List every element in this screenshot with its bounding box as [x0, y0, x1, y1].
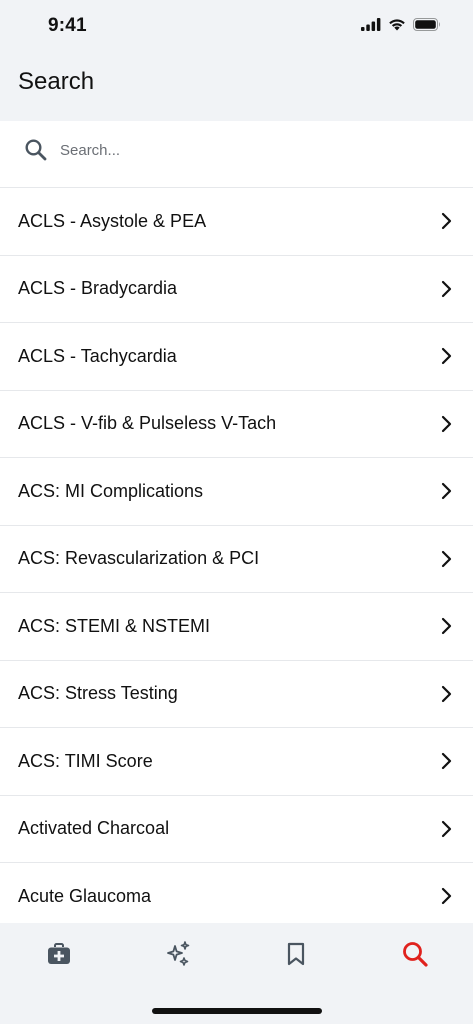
topic-list: ACLS - Asystole & PEA ACLS - Bradycardia…: [0, 188, 473, 923]
cellular-signal-icon: [361, 18, 381, 31]
chevron-right-icon: [441, 213, 452, 230]
chevron-right-icon: [441, 618, 452, 635]
status-bar: 9:41: [0, 0, 473, 56]
tab-ai[interactable]: [148, 937, 208, 971]
chevron-right-icon: [441, 415, 452, 432]
content-list-panel: ACLS - Asystole & PEA ACLS - Bradycardia…: [0, 121, 473, 923]
chevron-right-icon: [441, 888, 452, 905]
list-item[interactable]: Acute Glaucoma: [0, 863, 473, 923]
search-input[interactable]: [60, 135, 450, 165]
home-indicator: [152, 1008, 322, 1014]
chevron-right-icon: [441, 820, 452, 837]
list-item-label: ACLS - Tachycardia: [18, 345, 177, 366]
list-item-label: Acute Glaucoma: [18, 885, 152, 906]
chevron-right-icon: [441, 685, 452, 702]
status-time: 9:41: [48, 15, 87, 36]
list-item-label: ACS: Stress Testing: [18, 683, 178, 704]
list-item[interactable]: ACS: Stress Testing: [0, 661, 473, 728]
list-item[interactable]: ACS: TIMI Score: [0, 728, 473, 796]
list-item[interactable]: ACLS - Tachycardia: [0, 323, 473, 391]
list-item[interactable]: ACS: Revascularization & PCI: [0, 526, 473, 593]
list-item[interactable]: Activated Charcoal: [0, 796, 473, 863]
tab-bookmarks[interactable]: [266, 937, 326, 971]
list-item[interactable]: ACLS - Asystole & PEA: [0, 188, 473, 256]
medical-kit-icon: [48, 943, 70, 964]
sparkles-icon: [167, 941, 190, 966]
search-bar: [0, 121, 473, 188]
list-item[interactable]: ACS: STEMI & NSTEMI: [0, 593, 473, 661]
search-icon: [24, 138, 48, 162]
bookmark-icon: [287, 942, 305, 966]
wifi-icon: [389, 19, 405, 31]
tab-toolkit[interactable]: [29, 937, 89, 971]
battery-icon: [413, 18, 440, 31]
status-icons: [361, 18, 441, 31]
list-item[interactable]: ACLS - V-fib & Pulseless V-Tach: [0, 391, 473, 458]
nav-header: Search: [0, 56, 473, 114]
page-title: Search: [18, 68, 95, 95]
chevron-right-icon: [441, 280, 452, 297]
app-screen: 9:41 Search Search... ACLS - Asystole & …: [0, 0, 473, 1024]
list-item-label: ACLS - V-fib & Pulseless V-Tach: [18, 413, 277, 434]
search-icon: [403, 942, 428, 967]
list-item-label: ACLS - Bradycardia: [18, 278, 178, 299]
tab-search[interactable]: [385, 937, 445, 971]
list-item-label: ACS: Revascularization & PCI: [18, 548, 260, 569]
list-item-label: ACS: TIMI Score: [18, 750, 153, 771]
list-item[interactable]: ACS: MI Complications: [0, 458, 473, 526]
chevron-right-icon: [441, 483, 452, 500]
list-item-label: Activated Charcoal: [18, 818, 170, 839]
chevron-right-icon: [441, 348, 452, 365]
tab-bar: [0, 923, 473, 1024]
chevron-right-icon: [441, 753, 452, 770]
list-item-label: ACLS - Asystole & PEA: [18, 210, 207, 231]
list-item[interactable]: ACLS - Bradycardia: [0, 256, 473, 323]
list-item-label: ACS: STEMI & NSTEMI: [18, 615, 211, 636]
chevron-right-icon: [441, 550, 452, 567]
list-item-label: ACS: MI Complications: [18, 480, 204, 501]
